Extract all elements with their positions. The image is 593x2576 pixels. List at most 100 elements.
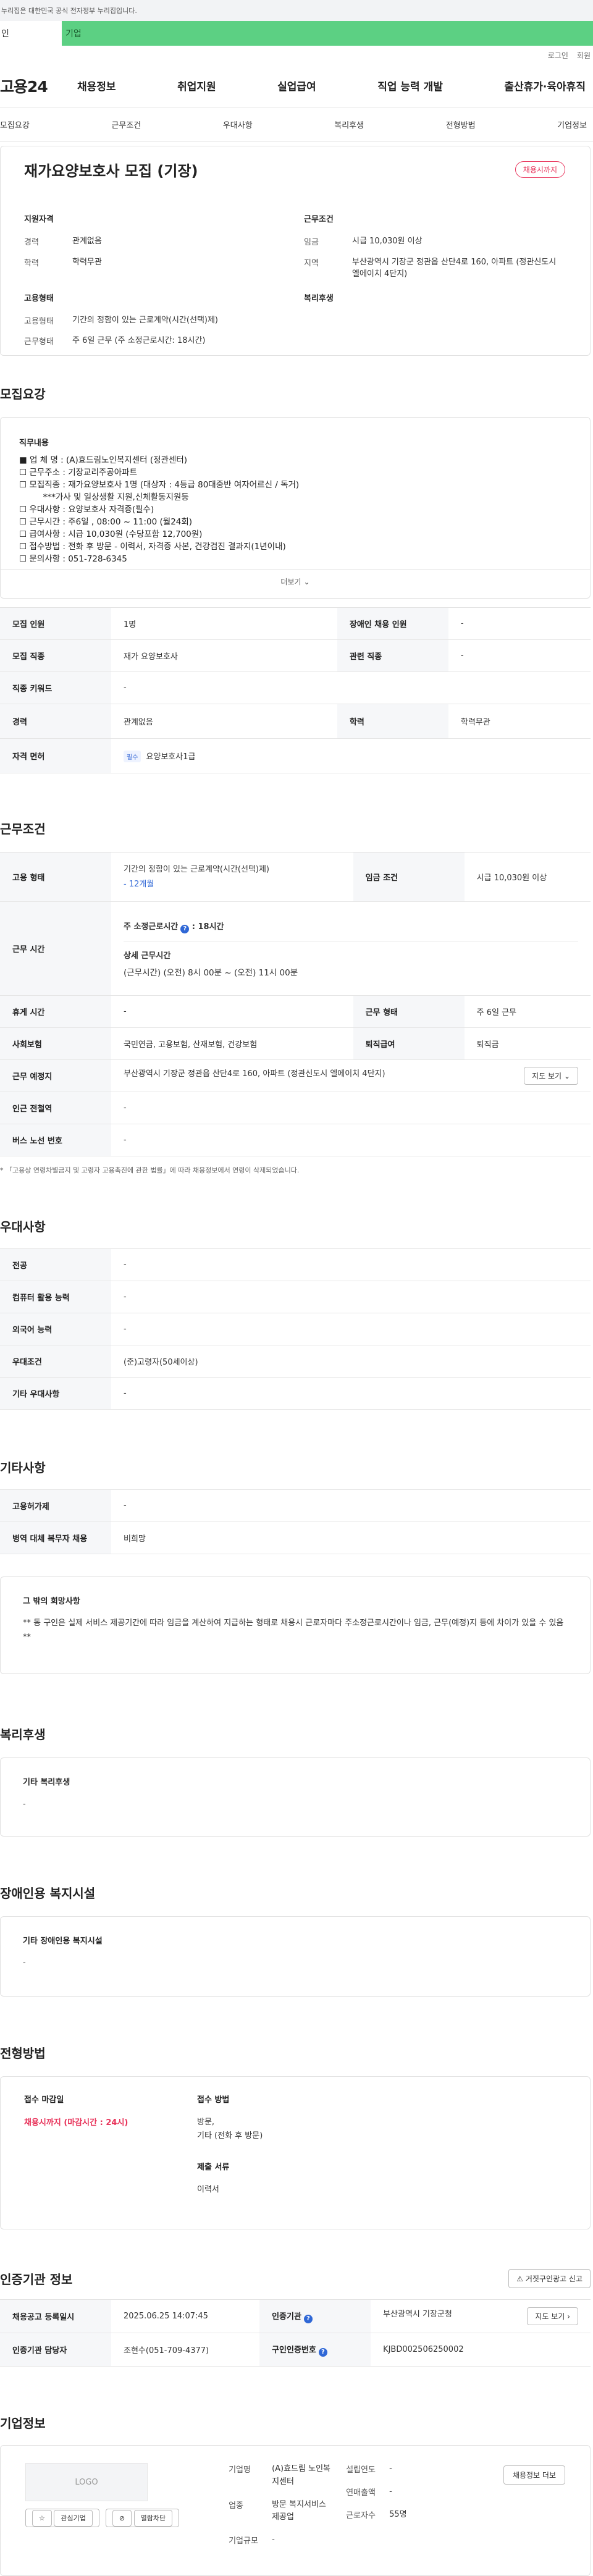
anchor-tab-method[interactable]: 전형방법 [446, 119, 476, 130]
company-jobs-button[interactable]: 채용정보 더보 [503, 2465, 565, 2485]
related-job-value: - [448, 639, 591, 672]
job-description-title: 직무내용 [19, 439, 49, 448]
gnb-item-employment-support[interactable]: 취업지원 [177, 78, 216, 93]
detail-time-value: (근무시간) (오전) 8시 00분 ~ (오전) 11시 00분 [124, 967, 298, 978]
chevron-down-icon: ⌄ [303, 577, 310, 586]
career-value: 관계없음 [111, 704, 337, 739]
block-view-button[interactable]: ⊘ 열람차단 [105, 2509, 180, 2527]
help-icon[interactable]: ? [318, 2347, 327, 2357]
apply-block: 접수 방법 방문, 기타 (전화 후 방문) 제출 서류 이력서 [197, 2093, 263, 2212]
desc-line: ☐ 모집직종 : 재가요양보호사 1명 (대상자 : 4등급 80대중반 여자어… [19, 480, 300, 490]
permit-label: 고용허가제 [0, 1489, 111, 1522]
recruit-section-title: 모집요강 [0, 387, 46, 402]
disabled-count-value: - [448, 607, 591, 640]
insurance-value: 국민연금, 고용보험, 산재보험, 건강보험 [111, 1027, 353, 1060]
break-label: 휴게 시간 [0, 995, 111, 1028]
how-value-2: 기타 (전화 후 방문) [197, 2131, 263, 2141]
cert-detail-label: 지도 보기 [535, 2312, 565, 2321]
gnb-item-parental-leave[interactable]: 출산휴가·육아휴직 [504, 78, 586, 93]
anchor-tabs: 모집요강 근무조건 우대사항 복리후생 전형방법 기업정보 [0, 107, 593, 142]
interest-company-button[interactable]: ☆ 관심기업 [25, 2509, 99, 2527]
company-info-grid: 기업명 (A)효드림 노인복지센터 업종 방문 복지서비스 제공업 기업규모 - 설립… [229, 2463, 469, 2562]
edu-label: 학력 [337, 704, 448, 739]
block-label: 열람차단 [133, 2510, 173, 2527]
desc-line: ☐ 근무주소 : 기장교리주공아파트 [19, 468, 137, 478]
language-value: - [111, 1313, 591, 1345]
gov-notice-text: 누리집은 대한민국 공식 전자정부 누리집입니다. [1, 7, 137, 15]
preference-table: 전공 - 컴퓨터 활용 능력 - 외국어 능력 - 우대조건 (준)고령자(50세이상)… [0, 1248, 591, 1410]
more-label: 더보기 [280, 578, 301, 586]
work-form-value: 주 6일 근무 (주 소정근로시간: 18시간) [72, 336, 206, 345]
tab-personal[interactable]: 인 [0, 21, 62, 46]
job-summary-card: 재가요양보호사 모집 (기장) 채용시까지 지원자격 경력 관계없음 학력 학력무관… [0, 146, 591, 356]
subway-value: - [111, 1092, 591, 1124]
wage-label: 임금 조건 [353, 852, 465, 902]
job-title: 재가요양보호사 모집 (기장) [24, 162, 198, 180]
how-value: 방문, [197, 2118, 215, 2127]
count-value: 1명 [111, 607, 337, 640]
warning-icon: ⚠ [516, 2275, 524, 2283]
computer-value: - [111, 1281, 591, 1313]
anchor-tab-company[interactable]: 기업정보 [557, 119, 587, 130]
facility-card: 기타 장애인용 복지시설 - [0, 1916, 591, 1997]
tab-company[interactable]: 기업 [62, 21, 593, 46]
help-icon[interactable]: ? [180, 924, 190, 933]
sales-value: - [389, 2486, 392, 2496]
anchor-tab-recruit[interactable]: 모집요강 [0, 119, 30, 130]
anchor-tab-preference[interactable]: 우대사항 [223, 119, 253, 130]
gnb-item-training[interactable]: 직업 능력 개발 [377, 78, 443, 93]
help-icon[interactable]: ? [303, 2314, 313, 2323]
work-form-value: 주 6일 근무 [464, 995, 591, 1028]
bus-label: 버스 노선 번호 [0, 1124, 111, 1156]
cert-detail-button[interactable]: 지도 보기 › [527, 2307, 578, 2325]
work-time-cell: 주 소정근로시간? : 18시간 상세 근무시간 (근무시간) (오전) 8시 … [111, 901, 591, 996]
employment-type-cell: 기간의 정함이 있는 근로계약(시간(선택)제) - 12개월 [111, 852, 353, 902]
desc-line: ☐ 접수방법 : 전화 후 방문 - 이력서, 자격증 사본, 건강검진 결과지… [19, 542, 286, 552]
preference-section-title: 우대사항 [0, 1219, 46, 1234]
anchor-tab-work[interactable]: 근무조건 [111, 119, 141, 130]
age-note: * 「고용상 연령차별금지 및 고령자 고용촉진에 관한 법률」에 따라 채용정… [0, 1166, 300, 1174]
more-button[interactable]: 더보기 ⌄ [1, 569, 590, 594]
major-value: - [111, 1248, 591, 1281]
place-cell: 부산광역시 기장군 정관읍 산단4로 160, 아파트 (정관신도시 엘에이치 … [111, 1059, 591, 1092]
edu-value: 학력무관 [72, 257, 102, 267]
pref-cond-label: 우대조건 [0, 1345, 111, 1378]
edu-label: 학력 [24, 258, 39, 268]
docs-value: 이력서 [197, 2185, 219, 2195]
job-label: 모집 직종 [0, 639, 111, 672]
computer-label: 컴퓨터 활용 능력 [0, 1281, 111, 1313]
conditions-title: 근무조건 [304, 215, 334, 224]
detail-time-title: 상세 근무시간 [124, 951, 171, 961]
cert-num-label: 구인인증번호? [259, 2333, 371, 2367]
edu-value: 학력무관 [448, 704, 591, 739]
block-icon: ⊘ [112, 2510, 132, 2527]
permit-value: - [111, 1489, 591, 1522]
conditions-block: 근무조건 임금 시급 10,030원 이상 지역 부산광역시 기장군 정관읍 산단4… [304, 213, 565, 289]
keyword-value: - [111, 671, 591, 704]
company-size-label: 기업규모 [229, 2536, 258, 2546]
cert-org-cell: 부산광역시 기장군청 지도 보기 › [371, 2299, 591, 2333]
pref-etc-label: 기타 우대사항 [0, 1377, 111, 1410]
site-logo[interactable]: 고용24 [0, 75, 77, 97]
language-label: 외국어 능력 [0, 1313, 111, 1345]
desc-line: ***가사 및 일상생활 지원,신체활동지원등 [19, 492, 189, 502]
map-button[interactable]: 지도 보기 ⌄ [524, 1067, 578, 1085]
cert-section-title: 인증기관 정보 [0, 2272, 73, 2287]
status-badge: 채용시까지 [515, 161, 565, 178]
license-label: 자격 면허 [0, 738, 111, 773]
login-link[interactable]: 로그인 [548, 50, 568, 61]
gnb-item-unemployment[interactable]: 실업급여 [277, 78, 316, 93]
desc-line: ☐ 급여사항 : 시급 10,030원 (수당포함 12,700원) [19, 529, 203, 539]
signup-link[interactable]: 회원 [577, 50, 591, 61]
work-section-title: 근무조건 [0, 822, 46, 836]
report-button[interactable]: ⚠ 거짓구인광고 신고 [508, 2269, 591, 2288]
subway-label: 인근 전철역 [0, 1092, 111, 1124]
how-title: 접수 방법 [197, 2095, 230, 2105]
gnb-item-jobs[interactable]: 채용정보 [77, 78, 116, 93]
company-logo: LOGO [25, 2463, 148, 2501]
region-label: 지역 [304, 258, 319, 268]
employees-value: 55명 [389, 2509, 407, 2519]
work-time-label: 근무 시간 [0, 901, 111, 996]
anchor-tab-welfare[interactable]: 복리후생 [334, 119, 364, 130]
employment-block: 고용형태 고용형태 기간의 정함이 있는 근로계약(시간(선택)제) 근무형태 주 … [24, 292, 285, 356]
